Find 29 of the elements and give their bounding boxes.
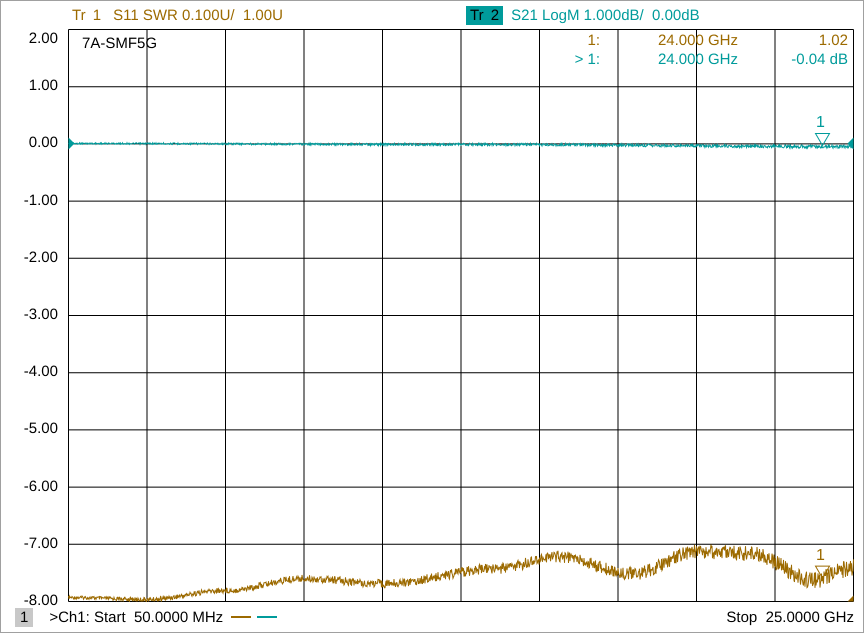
trace-label[interactable]: Tr 2 — [466, 6, 504, 24]
axis-label: 1.00 — [28, 77, 59, 96]
reference-arrow-icon — [68, 138, 74, 150]
axis-label: 2.00 — [28, 30, 59, 48]
axis-label: 0.00 — [28, 134, 59, 152]
marker-triangle-icon — [814, 132, 830, 146]
axis-label: -5.00 — [22, 420, 59, 438]
marker-value: -0.04 dB — [790, 51, 848, 68]
reference-arrow-icon — [848, 596, 854, 602]
trace-measurement: S11 SWR 0.100U/ 1.00U — [113, 6, 283, 24]
axis-label: -6.00 — [22, 478, 59, 496]
stop-frequency: Stop 25.0000 GHz — [726, 608, 854, 626]
axis-label: -8.00 — [22, 592, 59, 610]
reference-arrow-icon — [848, 138, 854, 150]
marker-label: 1 — [816, 114, 825, 132]
axis-label: -7.00 — [22, 534, 59, 553]
trace-label[interactable]: Tr 1 — [68, 6, 106, 24]
marker-triangle-icon — [814, 566, 830, 580]
axis-label: -1.00 — [22, 192, 59, 210]
start-frequency: >Ch1: Start 50.0000 MHz — [49, 608, 224, 626]
axis-label: -2.00 — [22, 248, 59, 267]
marker-readout-label: > 1: — [574, 51, 600, 68]
marker-label: 1 — [816, 546, 825, 565]
axis-label: -3.00 — [22, 306, 59, 324]
marker-value: 1.02 — [818, 32, 848, 49]
axis-label: -4.00 — [22, 363, 59, 382]
trace-measurement: S21 LogM 1.000dB/ 0.00dB — [511, 6, 700, 24]
marker-readout-label: 1: — [586, 32, 600, 49]
channel-number[interactable]: 1 — [15, 608, 34, 626]
